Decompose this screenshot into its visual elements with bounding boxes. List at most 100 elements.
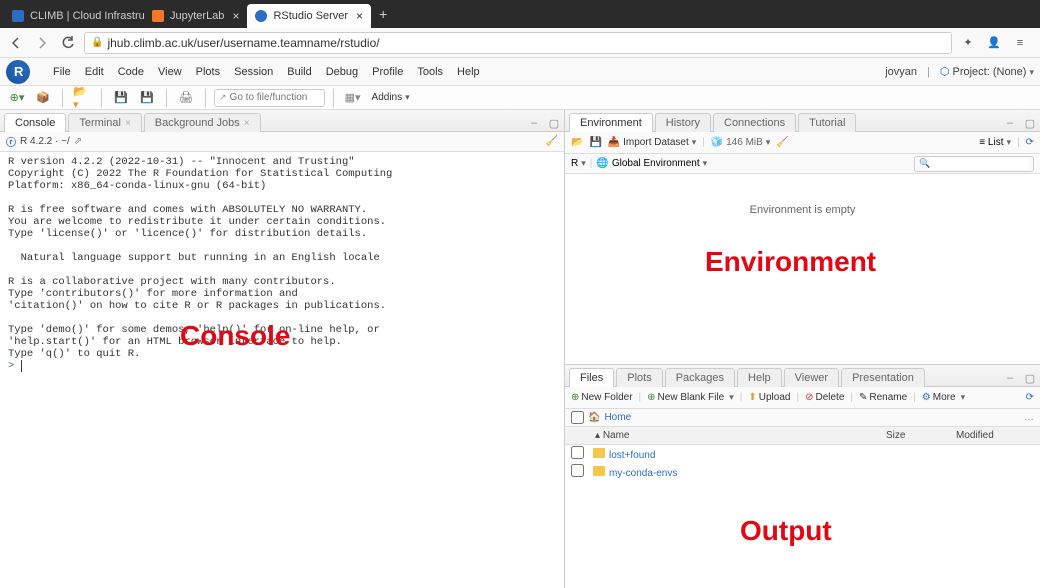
- memory-usage[interactable]: 🧊 146 MiB: [711, 137, 770, 148]
- tab-background-jobs[interactable]: Background Jobs×: [144, 113, 261, 132]
- console-path-icon[interactable]: ⇗: [74, 136, 82, 147]
- menu-session[interactable]: Session: [227, 66, 280, 78]
- environment-scope-dropdown[interactable]: Global Environment: [612, 158, 707, 169]
- extensions-icon[interactable]: ✦: [958, 33, 978, 53]
- file-name[interactable]: my-conda-envs: [609, 468, 677, 479]
- goto-file-box[interactable]: ↗: [214, 89, 325, 107]
- files-pane: Files Plots Packages Help Viewer Present…: [565, 365, 1040, 588]
- menu-icon[interactable]: ≡: [1010, 33, 1030, 53]
- more-dropdown[interactable]: ⚙ More: [922, 392, 965, 403]
- column-name[interactable]: ▴ Name: [589, 430, 880, 441]
- minimize-icon[interactable]: –: [526, 115, 542, 131]
- console-output[interactable]: R version 4.2.2 (2022-10-31) -- "Innocen…: [0, 152, 564, 588]
- console-tabs: Console Terminal× Background Jobs× – ▢: [0, 110, 564, 132]
- clear-console-icon[interactable]: 🧹: [546, 136, 558, 147]
- browser-tab-rstudio[interactable]: RStudio Server ×: [247, 4, 371, 28]
- list-view-dropdown[interactable]: ≡ List: [979, 137, 1011, 148]
- console-info-bar: ⓡ R 4.2.2 · ~/ ⇗ 🧹: [0, 132, 564, 152]
- save-button[interactable]: 💾: [112, 89, 130, 107]
- minimize-icon[interactable]: –: [1002, 115, 1018, 131]
- menu-profile[interactable]: Profile: [365, 66, 410, 78]
- close-icon[interactable]: ×: [232, 9, 239, 23]
- load-workspace-icon[interactable]: 📂: [571, 137, 583, 148]
- column-modified[interactable]: Modified: [950, 430, 1040, 441]
- menu-view[interactable]: View: [151, 66, 189, 78]
- goto-file-input[interactable]: [230, 92, 320, 103]
- files-toolbar: ⊕ New Folder | ⊕ New Blank File | ⬆ Uplo…: [565, 387, 1040, 409]
- menu-build[interactable]: Build: [280, 66, 318, 78]
- addins-dropdown[interactable]: Addins: [368, 92, 414, 103]
- save-workspace-icon[interactable]: 💾: [589, 137, 601, 148]
- home-icon[interactable]: 🏠: [588, 412, 600, 423]
- address-bar: 🔒 ✦ 👤 ≡: [0, 28, 1040, 58]
- tab-terminal[interactable]: Terminal×: [68, 113, 141, 132]
- close-icon[interactable]: ×: [125, 118, 131, 129]
- user-label: jovyan: [885, 66, 917, 78]
- breadcrumb-home[interactable]: Home: [604, 412, 631, 423]
- upload-button[interactable]: ⬆ Upload: [748, 392, 790, 403]
- file-row[interactable]: lost+found: [565, 445, 1040, 463]
- maximize-icon[interactable]: ▢: [1022, 115, 1038, 131]
- import-dataset-dropdown[interactable]: 📥 Import Dataset: [608, 137, 696, 148]
- new-folder-button[interactable]: ⊕ New Folder: [571, 392, 633, 403]
- menu-code[interactable]: Code: [111, 66, 151, 78]
- more-path-icon[interactable]: …: [1024, 412, 1034, 423]
- tab-help[interactable]: Help: [737, 368, 782, 387]
- tab-connections[interactable]: Connections: [713, 113, 796, 132]
- close-icon[interactable]: ×: [244, 118, 250, 129]
- language-scope-dropdown[interactable]: R: [571, 158, 586, 169]
- project-dropdown[interactable]: ⬡Project: (None): [940, 65, 1034, 78]
- reload-button[interactable]: [58, 33, 78, 53]
- environment-search[interactable]: 🔍: [914, 156, 1034, 172]
- maximize-icon[interactable]: ▢: [1022, 370, 1038, 386]
- file-checkbox[interactable]: [571, 446, 584, 459]
- new-tab-button[interactable]: +: [371, 6, 395, 22]
- tab-console[interactable]: Console: [4, 113, 66, 132]
- close-icon[interactable]: ×: [356, 9, 363, 23]
- delete-button[interactable]: ⊘ Delete: [805, 392, 844, 403]
- r-icon: ⓡ: [6, 134, 16, 149]
- tab-label: CLIMB | Cloud Infrastructu: [30, 10, 144, 22]
- tab-plots[interactable]: Plots: [616, 368, 662, 387]
- menu-file[interactable]: File: [46, 66, 78, 78]
- save-all-button[interactable]: 💾: [138, 89, 156, 107]
- browser-tab-jupyter[interactable]: JupyterLab ×: [144, 4, 247, 28]
- maximize-icon[interactable]: ▢: [546, 115, 562, 131]
- menu-help[interactable]: Help: [450, 66, 487, 78]
- file-name[interactable]: lost+found: [609, 450, 655, 461]
- refresh-icon[interactable]: ⟳: [1026, 392, 1034, 403]
- tab-history[interactable]: History: [655, 113, 711, 132]
- print-button[interactable]: 🖨: [177, 89, 195, 107]
- rename-button[interactable]: ✎ Rename: [859, 392, 907, 403]
- open-file-button[interactable]: 📂▾: [73, 89, 91, 107]
- new-blank-file-button[interactable]: ⊕ New Blank File: [647, 392, 734, 403]
- tab-environment[interactable]: Environment: [569, 113, 653, 132]
- tab-packages[interactable]: Packages: [665, 368, 735, 387]
- clear-objects-icon[interactable]: 🧹: [776, 137, 788, 148]
- select-all-checkbox[interactable]: [571, 411, 584, 424]
- column-size[interactable]: Size: [880, 430, 950, 441]
- menu-debug[interactable]: Debug: [319, 66, 365, 78]
- url-input-box[interactable]: 🔒: [84, 32, 952, 54]
- tab-tutorial[interactable]: Tutorial: [798, 113, 856, 132]
- r-version-label: R 4.2.2 · ~/: [20, 136, 70, 147]
- minimize-icon[interactable]: –: [1002, 370, 1018, 386]
- browser-tab-climb[interactable]: CLIMB | Cloud Infrastructu ×: [4, 4, 144, 28]
- tab-files[interactable]: Files: [569, 368, 614, 387]
- back-button[interactable]: [6, 33, 26, 53]
- menu-edit[interactable]: Edit: [78, 66, 111, 78]
- new-project-button[interactable]: 📦: [34, 89, 52, 107]
- environment-search-input[interactable]: [930, 158, 1029, 169]
- file-row[interactable]: my-conda-envs: [565, 463, 1040, 481]
- tab-viewer[interactable]: Viewer: [784, 368, 839, 387]
- menu-tools[interactable]: Tools: [410, 66, 450, 78]
- menu-plots[interactable]: Plots: [189, 66, 227, 78]
- new-file-button[interactable]: ⊕▾: [8, 89, 26, 107]
- grid-button[interactable]: ▦▾: [344, 89, 362, 107]
- account-icon[interactable]: 👤: [984, 33, 1004, 53]
- url-input[interactable]: [107, 36, 945, 50]
- forward-button[interactable]: [32, 33, 52, 53]
- refresh-icon[interactable]: ⟳: [1026, 137, 1034, 148]
- tab-presentation[interactable]: Presentation: [841, 368, 925, 387]
- file-checkbox[interactable]: [571, 464, 584, 477]
